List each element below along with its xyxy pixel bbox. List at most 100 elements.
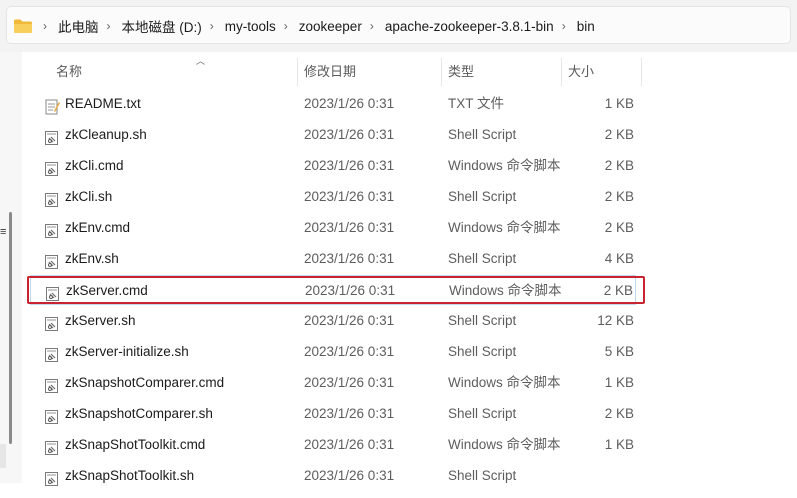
file-row[interactable]: zkCleanup.sh 2023/1/26 0:31 Shell Script 2 … <box>30 120 636 150</box>
file-name: README.txt <box>65 96 141 111</box>
file-type: Shell Script <box>448 251 517 266</box>
file-type: Windows 命令脚本 <box>448 375 561 390</box>
file-type: Shell Script <box>448 189 517 204</box>
column-header-name[interactable]: 名称 <box>30 58 298 86</box>
file-modified-date: 2023/1/26 0:31 <box>304 375 395 390</box>
file-name-cell: zkEnv.sh <box>44 244 119 274</box>
file-type: Shell Script <box>448 127 517 142</box>
file-name-cell: zkCli.sh <box>44 182 112 212</box>
file-modified-date: 2023/1/26 0:31 <box>304 406 395 421</box>
file-size: 5 KB <box>604 344 634 359</box>
file-size: 2 KB <box>604 189 634 204</box>
file-row[interactable]: zkCli.cmd 2023/1/26 0:31 Windows 命令脚本 2 KB <box>30 151 636 181</box>
breadcrumb-bin[interactable]: bin <box>577 19 595 34</box>
file-modified-date: 2023/1/26 0:31 <box>304 251 395 266</box>
chevron-right-icon: › <box>283 19 288 33</box>
file-modified-date: 2023/1/26 0:31 <box>304 127 395 142</box>
script-file-icon <box>44 220 60 238</box>
file-type: Windows 命令脚本 <box>448 158 561 173</box>
script-file-icon <box>44 437 60 455</box>
file-name: zkEnv.sh <box>65 251 119 266</box>
chevron-right-icon: › <box>43 19 47 33</box>
file-modified-date: 2023/1/26 0:31 <box>304 437 395 452</box>
file-name: zkEnv.cmd <box>65 220 131 235</box>
address-bar[interactable]: › 此电脑 › 本地磁盘 (D:) › my-tools › zookeeper… <box>6 6 791 44</box>
script-file-icon <box>44 344 60 362</box>
file-row[interactable]: zkEnv.sh 2023/1/26 0:31 Shell Script 4 KB <box>30 244 636 274</box>
file-row[interactable]: zkServer-initialize.sh 2023/1/26 0:31 Shel… <box>30 337 636 367</box>
script-file-icon <box>44 468 60 486</box>
file-type: TXT 文件 <box>448 96 505 111</box>
file-size: 2 KB <box>604 158 634 173</box>
file-size: 12 KB <box>597 313 634 328</box>
breadcrumb-drive-d[interactable]: 本地磁盘 (D:) <box>122 16 202 36</box>
text-file-icon <box>44 96 60 115</box>
column-type-label: 类型 <box>448 64 475 79</box>
pane-marker-icon: ≡ <box>0 226 7 238</box>
file-row[interactable]: zkSnapshotComparer.cmd 2023/1/26 0:31 Wind… <box>30 368 636 398</box>
file-name: zkSnapShotToolkit.sh <box>65 468 195 483</box>
script-file-icon <box>44 406 60 424</box>
file-modified-date: 2023/1/26 0:31 <box>304 313 395 328</box>
chevron-right-icon: › <box>106 19 111 33</box>
breadcrumb-this-pc[interactable]: 此电脑 <box>58 16 99 36</box>
file-row[interactable]: README.txt 2023/1/26 0:31 TXT 文件 1 KB <box>30 89 636 119</box>
file-name: zkCleanup.sh <box>65 127 147 142</box>
file-modified-date: 2023/1/26 0:31 <box>304 189 395 204</box>
file-name: zkServer.sh <box>65 313 136 328</box>
breadcrumb: › 此电脑 › 本地磁盘 (D:) › my-tools › zookeeper… <box>7 7 595 45</box>
file-row[interactable]: zkCli.sh 2023/1/26 0:31 Shell Script 2 KB <box>30 182 636 212</box>
highlight-annotation <box>27 276 645 304</box>
column-header: 名称 ︿ 修改日期 类型 大小 <box>30 56 642 86</box>
sort-ascending-icon: ︿ <box>196 56 206 66</box>
file-type: Shell Script <box>448 313 517 328</box>
file-row[interactable]: zkSnapShotToolkit.cmd 2023/1/26 0:31 Windo… <box>30 430 636 460</box>
script-file-icon <box>44 158 60 176</box>
breadcrumb-my-tools[interactable]: my-tools <box>225 19 276 34</box>
script-file-icon <box>44 127 60 145</box>
column-header-size[interactable]: 大小 <box>562 58 642 86</box>
column-header-date[interactable]: 修改日期 <box>298 58 442 86</box>
file-type: Shell Script <box>448 406 517 421</box>
file-name-cell: zkSnapshotComparer.sh <box>44 399 213 429</box>
file-name-cell: zkServer.sh <box>44 306 136 336</box>
file-name-cell: README.txt <box>44 89 141 119</box>
file-modified-date: 2023/1/26 0:31 <box>304 158 395 173</box>
file-modified-date: 2023/1/26 0:31 <box>304 220 395 235</box>
file-size: 1 KB <box>604 96 634 111</box>
file-name-cell: zkEnv.cmd <box>44 213 130 243</box>
file-name-cell: zkCleanup.sh <box>44 120 147 150</box>
file-type: Windows 命令脚本 <box>448 437 561 452</box>
breadcrumb-zookeeper[interactable]: zookeeper <box>299 19 362 34</box>
column-header-type[interactable]: 类型 <box>442 58 562 86</box>
column-name-label: 名称 <box>56 64 83 79</box>
script-file-icon <box>44 375 60 393</box>
file-row[interactable]: zkEnv.cmd 2023/1/26 0:31 Windows 命令脚本 2 KB <box>30 213 636 243</box>
file-type: Shell Script <box>448 468 517 483</box>
file-type: Windows 命令脚本 <box>448 220 561 235</box>
file-name: zkSnapshotComparer.cmd <box>65 375 225 390</box>
column-size-label: 大小 <box>568 64 595 79</box>
file-name-cell: zkSnapShotToolkit.cmd <box>44 430 205 460</box>
address-bar-area: › 此电脑 › 本地磁盘 (D:) › my-tools › zookeeper… <box>0 0 797 52</box>
file-size: 2 KB <box>604 127 634 142</box>
file-name: zkCli.cmd <box>65 158 124 173</box>
file-name-cell: zkServer-initialize.sh <box>44 337 189 367</box>
file-size: 1 KB <box>604 375 634 390</box>
file-size: 4 KB <box>604 251 634 266</box>
file-type: Shell Script <box>448 344 517 359</box>
script-file-icon <box>44 189 60 207</box>
file-modified-date: 2023/1/26 0:31 <box>304 344 395 359</box>
chevron-right-icon: › <box>209 19 214 33</box>
file-size: 1 KB <box>604 437 634 452</box>
file-row[interactable]: zkSnapShotToolkit.sh 2023/1/26 0:31 Shell … <box>30 461 636 491</box>
file-name: zkSnapShotToolkit.cmd <box>65 437 206 452</box>
file-name-cell: zkCli.cmd <box>44 151 124 181</box>
navigation-scrollbar[interactable] <box>9 212 12 444</box>
script-file-icon <box>44 251 60 269</box>
file-row[interactable]: zkSnapshotComparer.sh 2023/1/26 0:31 Shell… <box>30 399 636 429</box>
file-size: 2 KB <box>604 406 634 421</box>
breadcrumb-apache-zookeeper[interactable]: apache-zookeeper-3.8.1-bin <box>385 19 554 34</box>
file-row[interactable]: zkServer.sh 2023/1/26 0:31 Shell Script 12 … <box>30 306 636 336</box>
file-name: zkServer-initialize.sh <box>65 344 189 359</box>
